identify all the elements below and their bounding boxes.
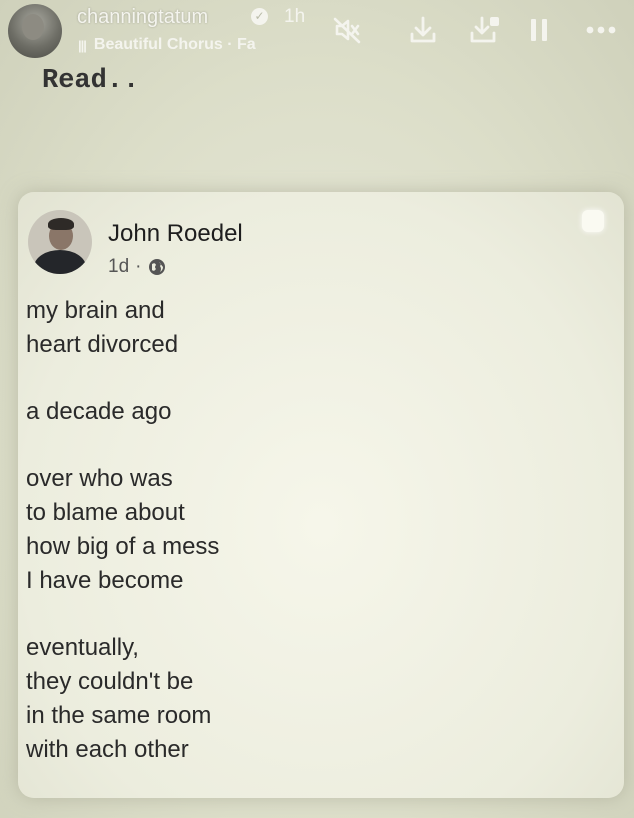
- stanza-gap: [26, 362, 596, 395]
- more-options-button[interactable]: [581, 10, 621, 50]
- poem-line: how big of a mess: [26, 533, 220, 560]
- music-bars-icon: |||: [78, 37, 87, 53]
- poem-line: they couldn't be: [26, 668, 194, 695]
- post-age: 1d: [108, 256, 130, 277]
- stanza-gap: [26, 429, 596, 462]
- username-link[interactable]: channingtatum: [77, 6, 208, 29]
- post-author-name: John Roedel: [108, 220, 243, 247]
- profile-avatar[interactable]: [8, 4, 62, 58]
- save-button[interactable]: [465, 10, 505, 50]
- poem-line: to blame about: [26, 499, 185, 526]
- mute-icon: [333, 17, 361, 44]
- mute-button[interactable]: [327, 10, 367, 50]
- pause-button[interactable]: [519, 10, 559, 50]
- download-icon: [410, 16, 436, 43]
- stanza-gap: [26, 598, 596, 631]
- post-time: 1h: [284, 6, 306, 27]
- shared-post-card[interactable]: John Roedel 1d · my brain and heart divor…: [18, 192, 624, 798]
- music-attribution[interactable]: ||| Beautiful Chorus · Fa: [78, 36, 310, 58]
- meta-separator: ·: [135, 256, 142, 277]
- poem-line: my brain and: [26, 297, 165, 324]
- download-button[interactable]: [403, 10, 443, 50]
- verified-badge-icon: ✓: [251, 8, 268, 25]
- music-label: Beautiful Chorus · Fa: [93, 36, 256, 53]
- poem-line: over who was: [26, 465, 173, 492]
- share-sticker-corner-icon: [582, 210, 604, 232]
- poem-line: heart divorced: [26, 331, 179, 358]
- more-options-icon: [586, 26, 616, 34]
- post-author-avatar: [28, 210, 92, 274]
- story-caption: Read..: [42, 66, 140, 96]
- poem-line: with each other: [26, 736, 189, 763]
- post-meta: 1d ·: [108, 256, 167, 278]
- story-header: channingtatum ✓ 1h ||| Beautiful Chorus ·…: [0, 0, 634, 62]
- globe-icon: [149, 259, 166, 275]
- poem-line: a decade ago: [26, 398, 172, 425]
- poem-line: I have become: [26, 567, 184, 594]
- save-to-collection-icon: [470, 16, 499, 43]
- pause-icon: [531, 19, 547, 41]
- poem-line: eventually,: [26, 634, 139, 661]
- post-body: my brain and heart divorced a decade ago ov…: [26, 294, 596, 767]
- poem-line: in the same room: [26, 702, 212, 729]
